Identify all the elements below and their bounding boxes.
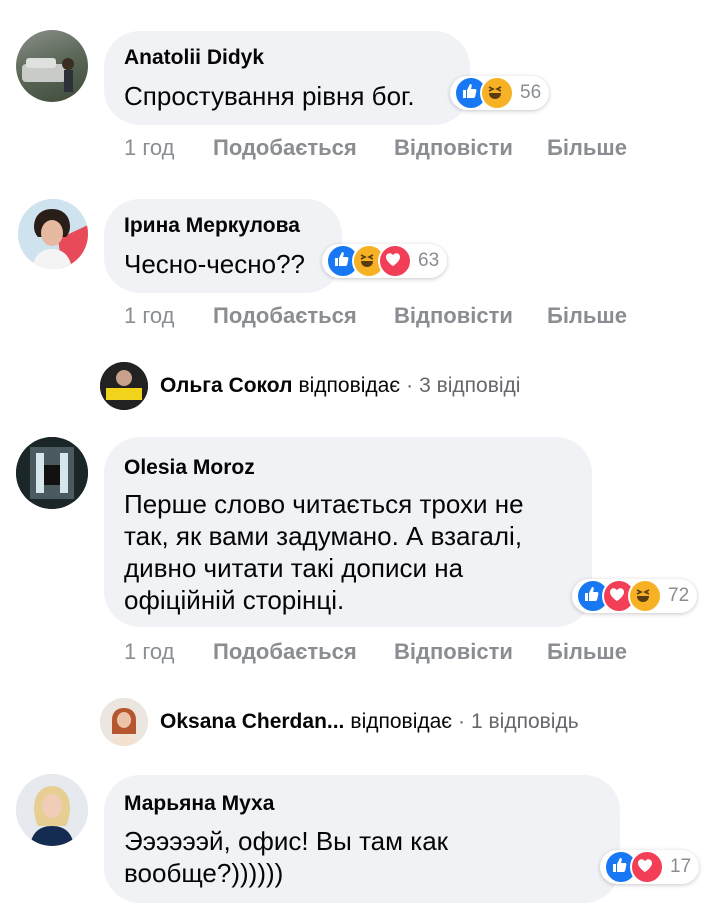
reply-avatar [100, 362, 148, 410]
comment-time[interactable]: 1 год [124, 135, 213, 161]
comment-author[interactable]: Ірина Меркулова [124, 214, 300, 238]
love-icon [378, 244, 412, 278]
reaction-count: 63 [418, 250, 440, 271]
reply-author: Oksana Cherdan... [160, 710, 345, 733]
reply-author: Ольга Сокол [160, 374, 293, 397]
avatar[interactable] [18, 199, 88, 269]
comment-text-line: офіційній сторінці. [124, 585, 345, 615]
reaction-summary[interactable]: 56 [450, 76, 550, 110]
separator-dot: · [406, 374, 414, 397]
reply-button[interactable]: Відповісти [394, 135, 547, 161]
reaction-count: 72 [668, 585, 690, 606]
comment-text-line: Перше слово читається трохи не [124, 489, 524, 519]
like-button[interactable]: Подобається [213, 135, 394, 161]
comment-time[interactable]: 1 год [124, 303, 213, 329]
comment-text-line: так, як вами задумано. А взагалі, [124, 521, 523, 551]
comment-text-line: вообще?)))))) [124, 858, 284, 888]
separator-dot: · [458, 710, 466, 733]
comment-text-line: Ээээээй, офис! Вы там как [124, 826, 449, 856]
reaction-summary[interactable]: 72 [572, 579, 698, 613]
haha-icon [628, 579, 662, 613]
more-button[interactable]: Більше [547, 303, 627, 329]
reaction-summary[interactable]: 63 [322, 244, 448, 278]
reply-button[interactable]: Відповісти [394, 303, 547, 329]
avatar-photo [16, 774, 88, 846]
comment-author[interactable]: Anatolii Didyk [124, 46, 264, 70]
comment-author[interactable]: Olesia Moroz [124, 456, 255, 480]
avatar[interactable] [16, 437, 88, 509]
love-icon [630, 850, 664, 884]
avatar-photo [16, 437, 88, 509]
reply-verb: відповідає [350, 710, 453, 733]
reply-avatar [100, 698, 148, 746]
more-button[interactable]: Більше [547, 135, 627, 161]
more-button[interactable]: Більше [547, 639, 627, 665]
reply-button[interactable]: Відповісти [394, 639, 547, 665]
comment-text-line: дивно читати такі дописи на [124, 553, 464, 583]
haha-icon [480, 76, 514, 110]
avatar-photo [18, 199, 88, 269]
view-replies-link[interactable]: Oksana Cherdan... відповідає · 1 відпові… [100, 698, 579, 746]
reply-count: 3 відповіді [419, 374, 521, 397]
comment-actions: 1 год Подобається Відповісти Більше [124, 135, 627, 161]
avatar[interactable] [16, 774, 88, 846]
like-button[interactable]: Подобається [213, 639, 394, 665]
avatar[interactable] [16, 30, 88, 102]
comment-actions: 1 год Подобається Відповісти Більше [124, 303, 627, 329]
comment-time[interactable]: 1 год [124, 639, 213, 665]
reply-verb: відповідає [298, 374, 401, 397]
like-button[interactable]: Подобається [213, 303, 394, 329]
reaction-count: 17 [670, 856, 692, 877]
reply-count: 1 відповідь [471, 710, 579, 733]
comment-author[interactable]: Марьяна Муха [124, 792, 274, 816]
reaction-count: 56 [520, 82, 542, 103]
avatar-photo [22, 58, 74, 92]
comment-actions: 1 год Подобається Відповісти Більше [124, 639, 627, 665]
comment-text: Спростування рівня бог. [124, 81, 415, 111]
reaction-summary[interactable]: 17 [600, 850, 700, 884]
comment-text: Чесно-чесно?? [124, 249, 306, 279]
view-replies-link[interactable]: Ольга Сокол відповідає · 3 відповіді [100, 362, 520, 410]
